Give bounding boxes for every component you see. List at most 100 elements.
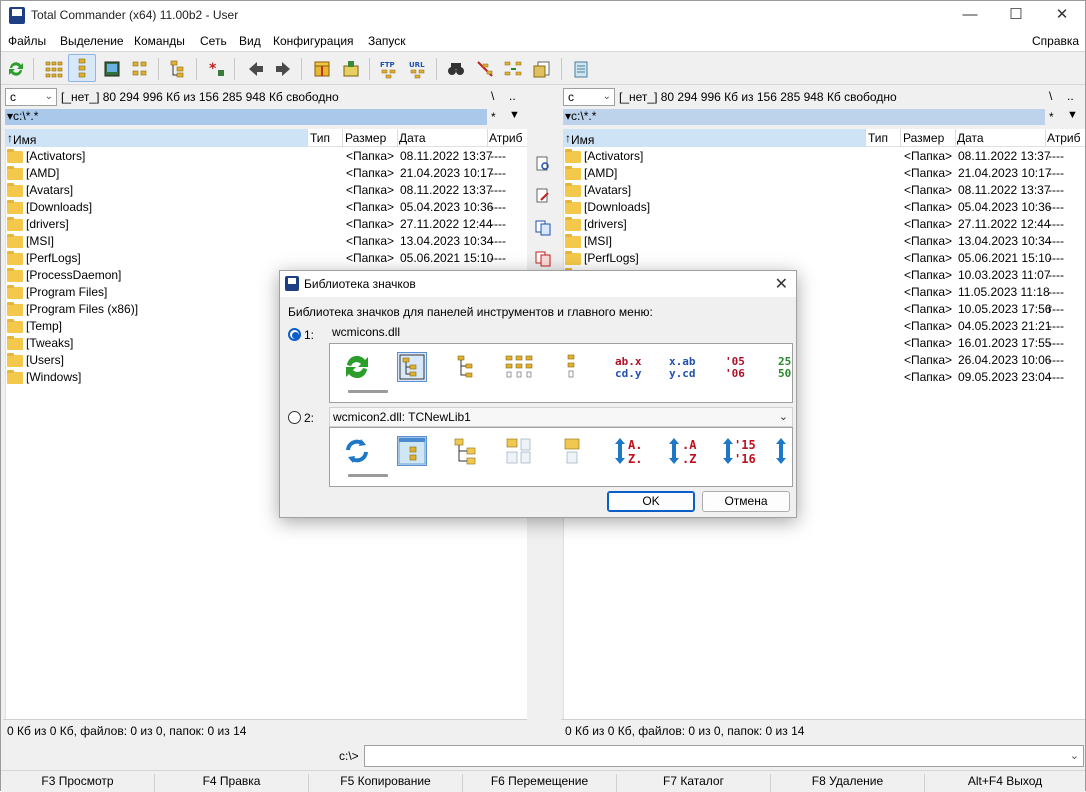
close-button[interactable]: ✕ [1039,1,1085,31]
menu-configuration[interactable]: Конфигурация [273,34,354,48]
column-separator[interactable] [1045,129,1046,147]
brief-view-icon[interactable] [44,59,64,79]
file-compare-icon[interactable] [532,59,552,79]
command-input[interactable]: ⌄ [364,745,1084,767]
right-history-icon[interactable]: ▼ [1067,109,1078,121]
left-col-date[interactable]: Дата [399,131,426,145]
tree-view-icon[interactable] [397,436,427,466]
left-col-attr[interactable]: Атриб [489,131,523,145]
sort-by-size-icon[interactable]: 25 50 [776,352,792,382]
tree-view-icon[interactable] [68,54,96,82]
left-root-button[interactable]: \ [491,89,494,103]
column-separator[interactable] [487,129,488,147]
sync-dirs-icon[interactable] [503,59,523,79]
list-item[interactable]: [drivers] <Папка> 27.11.2022 12:44 ---- [6,216,526,233]
list-item[interactable]: [drivers] <Папка> 27.11.2022 12:44 ---- [564,216,1084,233]
sort-by-date-icon[interactable]: '05'06 [723,352,753,382]
notepad-icon[interactable] [571,59,591,79]
f4-edit-button[interactable]: F4 Правка [155,774,309,792]
menu-files[interactable]: Файлы [8,34,46,48]
menu-commands[interactable]: Команды [134,34,185,48]
left-drive-select[interactable]: c ⌄ [5,88,57,106]
library-2-icon-strip[interactable]: A. Z. .A .Z '15'16 [329,427,793,487]
close-icon[interactable]: ✕ [775,274,788,294]
f6-move-button[interactable]: F6 Перемещение [463,774,617,792]
back-icon[interactable] [246,59,266,79]
column-separator[interactable] [397,129,398,147]
sort-by-date-icon[interactable]: '15'16 [721,436,756,466]
library-1-radio[interactable] [288,328,301,341]
sort-by-extension-icon[interactable]: ab.x cd.y [613,352,643,382]
left-col-name[interactable]: ↑ Имя [5,129,307,147]
multi-rename-icon[interactable] [475,59,495,79]
right-root-button[interactable]: \ [1049,89,1052,103]
library-2-select[interactable]: wcmicon2.dll: TCNewLib1 ⌄ [329,407,793,427]
list-item[interactable]: [PerfLogs] <Папка> 05.06.2021 15:10 ---- [6,250,526,267]
icon-strip-scrollbar[interactable] [348,390,388,393]
column-separator[interactable] [307,129,308,147]
tree-compare-icon[interactable] [168,59,188,79]
thumbnails-icon[interactable] [102,59,122,79]
list-item[interactable]: [MSI] <Папка> 13.04.2023 10:34 ---- [6,233,526,250]
list-item[interactable]: [AMD] <Папка> 21.04.2023 10:17 ---- [6,165,526,182]
sort-by-extension-icon[interactable]: .A .Z [667,436,697,466]
right-up-button[interactable]: .. [1067,89,1074,103]
library-1-icon-strip[interactable]: ab.x cd.y x.ab y.cd '05'06 25 50 [329,343,793,403]
list-item[interactable]: [Activators] <Папка> 08.11.2022 13:37 ---- [564,148,1084,165]
library-2-radio[interactable] [288,411,301,424]
edit-file-icon[interactable] [535,188,551,204]
chevron-down-icon[interactable]: ⌄ [1070,749,1079,762]
cancel-button[interactable]: Отмена [702,491,790,512]
right-col-size[interactable]: Размер [903,131,944,145]
column-separator[interactable] [955,129,956,147]
list-item[interactable]: [AMD] <Папка> 21.04.2023 10:17 ---- [564,165,1084,182]
menu-help[interactable]: Справка [1032,34,1079,48]
left-path-field[interactable]: ▾c:\*.* [5,109,487,125]
view-file-icon[interactable] [535,156,551,172]
column-separator[interactable] [900,129,901,147]
refresh-icon[interactable] [342,352,372,382]
left-col-type[interactable]: Тип [310,131,330,145]
left-col-size[interactable]: Размер [345,131,386,145]
column-separator[interactable] [342,129,343,147]
right-filter-button[interactable]: * [1049,110,1054,124]
refresh-icon[interactable] [342,436,372,466]
left-history-icon[interactable]: ▼ [509,109,520,121]
find-files-icon[interactable] [446,59,466,79]
left-filter-button[interactable]: * [491,110,496,124]
maximize-button[interactable]: ☐ [993,1,1039,31]
list-item[interactable]: [Avatars] <Папка> 08.11.2022 13:37 ---- [564,182,1084,199]
refresh-icon[interactable] [6,59,26,79]
unpack-icon[interactable] [341,59,361,79]
list-item[interactable]: [Avatars] <Папка> 08.11.2022 13:37 ---- [6,182,526,199]
pack-icon[interactable] [312,59,332,79]
branch-view-icon[interactable] [130,59,150,79]
tree-view-icon[interactable] [397,352,427,382]
forward-icon[interactable] [273,59,293,79]
brief-view-icon[interactable] [504,436,534,466]
ftp-connect-icon[interactable]: FTP [379,59,399,79]
list-item[interactable]: [PerfLogs] <Папка> 05.06.2021 15:10 ---- [564,250,1084,267]
full-view-icon[interactable] [558,436,588,466]
sort-by-size-icon[interactable] [774,436,792,466]
invert-selection-icon[interactable]: * [206,59,226,79]
url-connect-icon[interactable]: URL [408,59,428,79]
brief-view-icon[interactable] [504,352,534,382]
sort-by-name-icon[interactable]: A. Z. [613,436,643,466]
menu-start[interactable]: Запуск [368,34,406,48]
move-files-icon[interactable] [535,251,551,267]
list-item[interactable]: [Downloads] <Папка> 05.04.2023 10:36 ---- [564,199,1084,216]
copy-files-icon[interactable] [535,220,551,236]
f5-copy-button[interactable]: F5 Копирование [309,774,463,792]
list-item[interactable]: [Downloads] <Папка> 05.04.2023 10:36 ---- [6,199,526,216]
menu-view[interactable]: Вид [239,34,261,48]
right-col-date[interactable]: Дата [957,131,984,145]
list-item[interactable]: [Activators] <Папка> 08.11.2022 13:37 ---- [6,148,526,165]
f7-mkdir-button[interactable]: F7 Каталог [617,774,771,792]
f8-delete-button[interactable]: F8 Удаление [771,774,925,792]
right-col-attr[interactable]: Атриб [1047,131,1081,145]
branch-view-icon[interactable] [452,436,482,466]
full-view-icon[interactable] [558,352,588,382]
right-path-field[interactable]: ▾c:\*.* [563,109,1045,125]
sort-by-name-icon[interactable]: x.ab y.cd [667,352,697,382]
